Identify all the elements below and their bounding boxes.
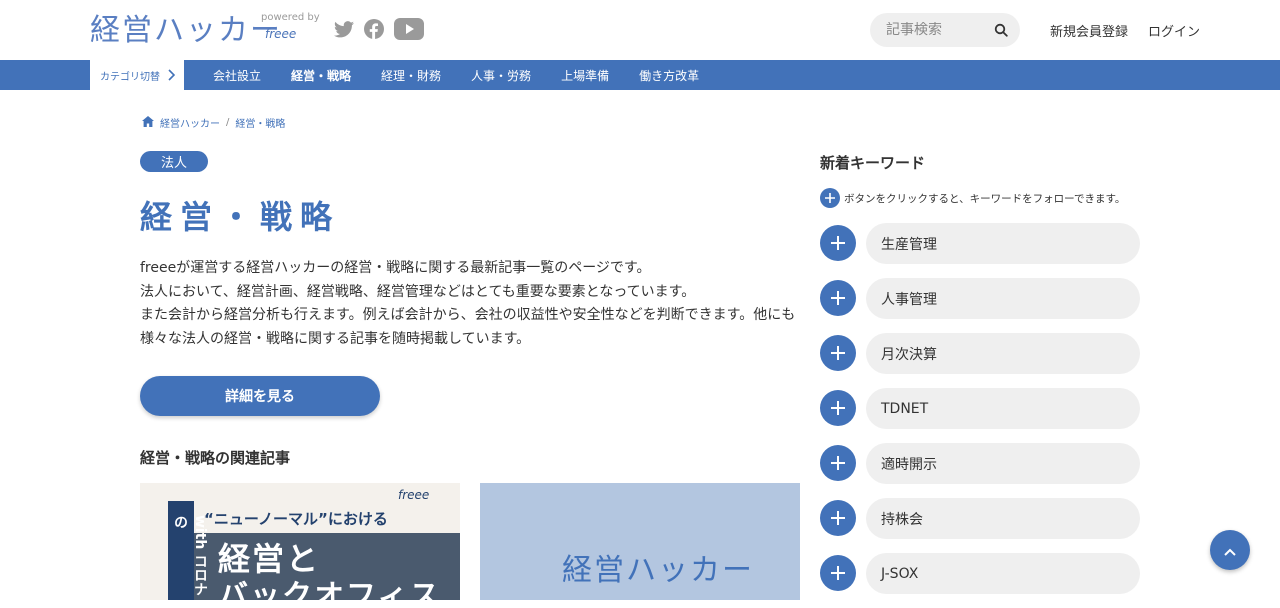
card-logo-text: 経営ハッカー — [562, 553, 754, 588]
home-icon[interactable] — [142, 115, 154, 130]
description-line: また会計から経営分析も行えます。例えば会計から、会社の収益性や安全性などを判断で… — [140, 307, 796, 323]
chevron-up-icon — [1224, 541, 1236, 560]
nav-item-company-setup[interactable]: 会社設立 — [198, 67, 276, 84]
nav-item-accounting-finance[interactable]: 経理・財務 — [366, 67, 456, 84]
category-nav: カテゴリ切替 会社設立 経営・戦略 経理・財務 人事・労務 上場準備 働き方改革 — [0, 60, 1280, 90]
category-switch-label: カテゴリ切替 — [100, 71, 160, 83]
breadcrumb: 経営ハッカー / 経営・戦略 — [142, 115, 285, 130]
description-line: 法人において、経営計画、経営戦略、経営管理などはとても重要な要素となっています。 — [140, 283, 696, 300]
youtube-icon[interactable] — [394, 18, 424, 40]
description-line: 様々な法人の経営・戦略に関する記事を随時掲載しています。 — [140, 330, 531, 347]
view-details-button[interactable]: 詳細を見る — [140, 376, 380, 416]
keyword-pill[interactable]: 人事管理 — [866, 278, 1140, 319]
nav-items: 会社設立 経営・戦略 経理・財務 人事・労務 上場準備 働き方改革 — [198, 60, 714, 90]
freee-logo: freee — [265, 27, 297, 41]
social-links — [334, 18, 424, 40]
related-articles-title: 経営・戦略の関連記事 — [140, 449, 291, 467]
powered-by-label: powered by — [261, 12, 320, 23]
keyword-item: TDNET — [820, 388, 1140, 429]
nav-item-ipo-prep[interactable]: 上場準備 — [546, 67, 624, 84]
search-input[interactable] — [886, 22, 991, 38]
keyword-pill[interactable]: J-SOX — [866, 553, 1140, 594]
follow-plus-icon[interactable] — [820, 335, 856, 371]
keyword-item: 持株会 — [820, 498, 1140, 539]
account-links: 新規会員登録 ログイン — [1050, 21, 1200, 40]
follow-plus-icon[interactable] — [820, 445, 856, 481]
login-link[interactable]: ログイン — [1148, 21, 1200, 40]
keywords-title: 新着キーワード — [820, 154, 926, 172]
keywords-note-text: ボタンをクリックすると、キーワードをフォローできます。 — [844, 192, 1126, 205]
keyword-item: J-SOX — [820, 553, 1140, 594]
keyword-pill[interactable]: 持株会 — [866, 498, 1140, 539]
keyword-pill[interactable]: 生産管理 — [866, 223, 1140, 264]
logo-text: 経営ハッカー — [90, 13, 282, 48]
page-title: 経営・戦略 — [140, 198, 341, 236]
keyword-pill[interactable]: 月次決算 — [866, 333, 1140, 374]
keyword-item: 適時開示 — [820, 443, 1140, 484]
site-header: 経営ハッカー powered by freee 新規会員登録 ログイン — [0, 0, 1280, 60]
breadcrumb-separator: / — [226, 117, 230, 128]
breadcrumb-home[interactable]: 経営ハッカー — [160, 115, 220, 130]
page-description: freeeが運営する経営ハッカーの経営・戦略に関する最新記事一覧のページです。 … — [140, 257, 805, 351]
facebook-icon[interactable] — [364, 19, 384, 39]
site-logo[interactable]: 経営ハッカー — [90, 14, 282, 48]
keyword-item: 人事管理 — [820, 278, 1140, 319]
card-freee-logo: freee — [398, 488, 430, 502]
chevron-right-icon — [168, 69, 175, 81]
plus-icon — [820, 188, 840, 208]
category-tag[interactable]: 法人 — [140, 151, 208, 172]
nav-item-management-strategy[interactable]: 経営・戦略 — [276, 67, 366, 84]
keyword-list: 生産管理 人事管理 月次決算 TDNET 適時開示 持株会 J-SOX — [820, 223, 1140, 608]
search-box — [870, 13, 1020, 47]
breadcrumb-current: 経営・戦略 — [235, 119, 286, 130]
search-icon[interactable] — [994, 23, 1008, 37]
description-line: freeeが運営する経営ハッカーの経営・戦略に関する最新記事一覧のページです。 — [140, 260, 651, 276]
category-switch-button[interactable]: カテゴリ切替 — [90, 60, 184, 90]
keyword-item: 月次決算 — [820, 333, 1140, 374]
keyword-pill[interactable]: TDNET — [866, 388, 1140, 429]
keyword-pill[interactable]: 適時開示 — [866, 443, 1140, 484]
article-card[interactable]: with コロナの “ニューノーマル”における 経営と バックオフィス free… — [140, 483, 460, 600]
signup-link[interactable]: 新規会員登録 — [1050, 21, 1128, 40]
follow-plus-icon[interactable] — [820, 500, 856, 536]
back-to-top-button[interactable] — [1210, 530, 1250, 570]
follow-plus-icon[interactable] — [820, 280, 856, 316]
article-card[interactable]: 経営ハッカー — [480, 483, 800, 600]
follow-plus-icon[interactable] — [820, 225, 856, 261]
powered-by[interactable]: powered by freee — [261, 12, 321, 41]
nav-item-hr-labor[interactable]: 人事・労務 — [456, 67, 546, 84]
follow-plus-icon[interactable] — [820, 555, 856, 591]
card-quote-text: “ニューノーマル”における — [204, 510, 388, 528]
follow-plus-icon[interactable] — [820, 390, 856, 426]
keywords-note: ボタンをクリックすると、キーワードをフォローできます。 — [820, 188, 1125, 208]
keyword-item: 生産管理 — [820, 223, 1140, 264]
nav-item-work-reform[interactable]: 働き方改革 — [624, 67, 714, 84]
card-headline-line2: バックオフィス — [218, 579, 442, 600]
twitter-icon[interactable] — [334, 20, 354, 38]
